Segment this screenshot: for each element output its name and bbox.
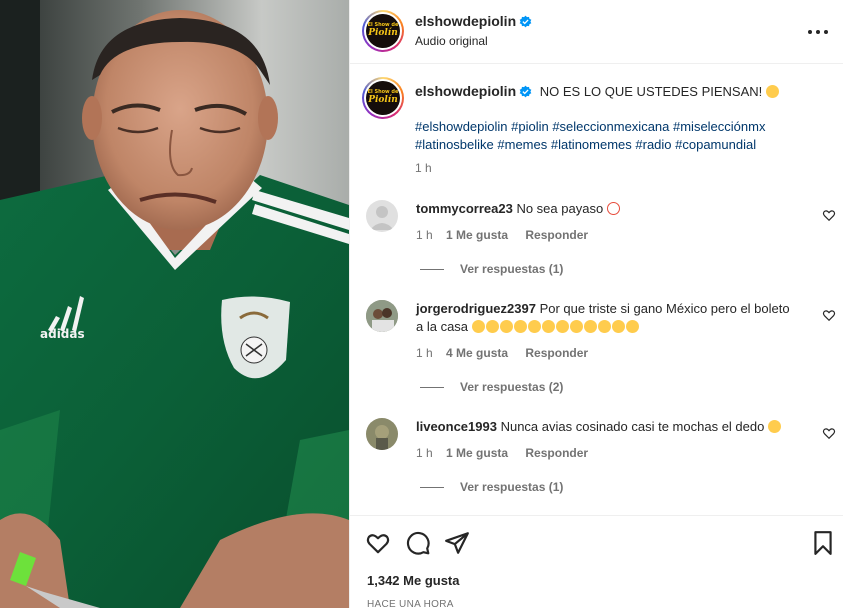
comment-meta: 1 h 1 Me gusta Responder [416, 228, 588, 242]
reel-video[interactable]: adidas [0, 0, 349, 608]
caption-time: 1 h [415, 161, 432, 175]
comment-time: 1 h [416, 346, 433, 360]
laughing-emoji-icon [541, 320, 555, 333]
comment-time: 1 h [416, 446, 433, 460]
laughing-emoji-icon [767, 420, 781, 433]
post-header: El Show de Piolín elshowdepiolin Audio o… [350, 0, 843, 64]
post-likes-count[interactable]: 1,342 Me gusta [367, 573, 460, 588]
more-options-icon[interactable] [806, 20, 830, 44]
comment-username[interactable]: jorgerodriguez2397 [416, 301, 536, 316]
laughing-emoji-icon [569, 320, 583, 333]
heart-icon[interactable] [365, 530, 391, 556]
caption: elshowdepiolin NO ES LO QUE USTEDES PIEN… [415, 82, 815, 101]
commenter-avatar[interactable] [366, 418, 398, 450]
view-replies-button[interactable]: Ver respuestas (2) [420, 380, 563, 394]
user-photo-icon [366, 418, 398, 450]
piolin-logo: El Show de Piolín [366, 14, 400, 48]
laughing-emoji-icon [597, 320, 611, 333]
video-frame-image: adidas [0, 0, 349, 608]
clown-face-emoji-icon [606, 202, 620, 215]
comment-heart-icon[interactable] [822, 308, 836, 322]
caption-username[interactable]: elshowdepiolin [415, 83, 516, 99]
verified-badge-icon [519, 85, 532, 98]
laughing-emoji-icon [471, 320, 485, 333]
laughing-emoji-icon [583, 320, 597, 333]
post-actions: 1,342 Me gusta HACE UNA HORA [350, 515, 843, 608]
laughing-emoji-icon [555, 320, 569, 333]
verified-badge-icon [519, 15, 532, 28]
post-timestamp: HACE UNA HORA [367, 599, 454, 608]
laughing-emoji-icon [527, 320, 541, 333]
header-username[interactable]: elshowdepiolin [415, 13, 516, 29]
comment-likes[interactable]: 1 Me gusta [446, 446, 508, 460]
caption-text: NO ES LO QUE USTEDES PIENSAN! [539, 84, 763, 99]
comment-heart-icon[interactable] [822, 208, 836, 222]
default-avatar-icon [370, 206, 394, 230]
laughing-emoji-icon [499, 320, 513, 333]
comment-time: 1 h [416, 228, 433, 242]
audio-label[interactable]: Audio original [415, 34, 488, 48]
comment-heart-icon[interactable] [822, 426, 836, 440]
caption-hashtags[interactable]: #elshowdepiolin #piolin #seleccionmexica… [415, 118, 815, 154]
crying-face-emoji-icon [765, 85, 779, 98]
commenter-avatar[interactable] [366, 200, 398, 232]
comment-username[interactable]: tommycorrea23 [416, 201, 513, 216]
shirt-brand-text: adidas [40, 327, 85, 341]
commenter-avatar[interactable] [366, 300, 398, 332]
laughing-emoji-icon [625, 320, 639, 333]
comment-meta: 1 h 4 Me gusta Responder [416, 346, 588, 360]
view-replies-button[interactable]: Ver respuestas (1) [420, 262, 563, 276]
reply-button[interactable]: Responder [525, 228, 588, 242]
reply-button[interactable]: Responder [525, 346, 588, 360]
comment-text: Nunca avias cosinado casi te mochas el d… [500, 419, 765, 434]
comments-section: El Show de Piolín elshowdepiolin NO ES L… [350, 65, 843, 515]
bookmark-icon[interactable] [810, 530, 836, 556]
share-icon[interactable] [444, 530, 470, 556]
comment-likes[interactable]: 1 Me gusta [446, 228, 508, 242]
comment-likes[interactable]: 4 Me gusta [446, 346, 508, 360]
reply-button[interactable]: Responder [525, 446, 588, 460]
view-replies-button[interactable]: Ver respuestas (1) [420, 480, 563, 494]
post-panel: El Show de Piolín elshowdepiolin Audio o… [349, 0, 843, 608]
profile-avatar[interactable]: El Show de Piolín [362, 10, 404, 52]
caption-avatar[interactable]: El Show de Piolín [362, 77, 404, 119]
comment-username[interactable]: liveonce1993 [416, 419, 497, 434]
comment-meta: 1 h 1 Me gusta Responder [416, 446, 588, 460]
laughing-emoji-icon [611, 320, 625, 333]
laughing-emoji-icon [513, 320, 527, 333]
user-photo-icon [366, 300, 398, 332]
laughing-emoji-icon [485, 320, 499, 333]
comment-text: No sea payaso [516, 201, 604, 216]
comment-icon[interactable] [405, 530, 431, 556]
